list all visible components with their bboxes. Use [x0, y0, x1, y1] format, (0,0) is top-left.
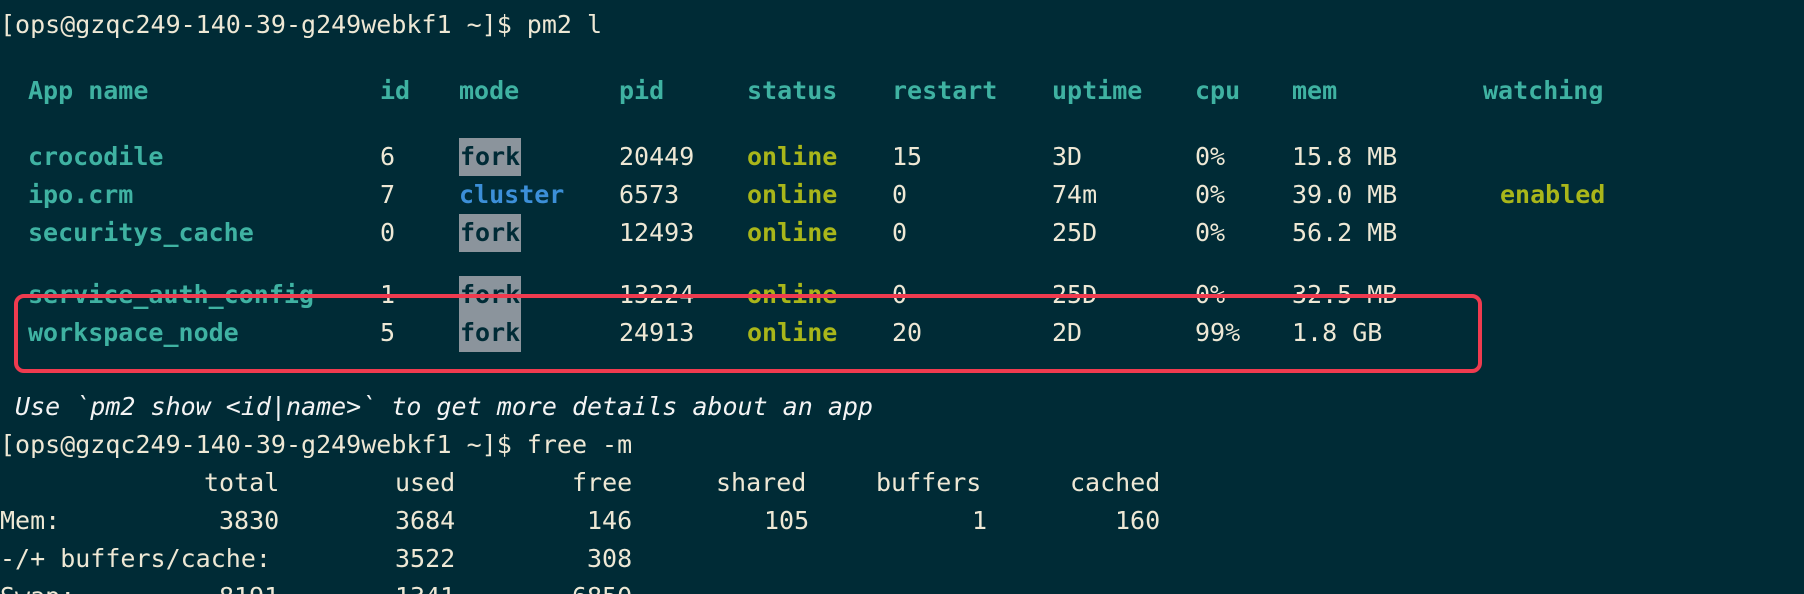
restart-cell: 0 [892, 280, 908, 309]
header-uptime: uptime [1052, 76, 1143, 105]
header-app-name: App name [28, 76, 149, 105]
header-id: id [380, 76, 411, 105]
pid-cell: 6573 [619, 180, 680, 209]
restart-cell: 0 [892, 180, 908, 209]
free-header-total: total [204, 468, 280, 497]
app-name-cell: crocodile [28, 142, 164, 171]
free-value-used: 3522 [395, 544, 456, 573]
mem-cell: 56.2 MB [1292, 218, 1398, 247]
free-header-buffers: buffers [876, 468, 982, 497]
free-row-label: Mem: [0, 506, 61, 535]
uptime-cell: 25D [1052, 218, 1098, 247]
restart-cell: 15 [892, 142, 923, 171]
restart-cell: 20 [892, 318, 923, 347]
status-cell: online [747, 180, 838, 209]
mode-cell: cluster [459, 180, 565, 209]
free-value-cached: 160 [1115, 506, 1161, 535]
header-status: status [747, 76, 838, 105]
free-value-free: 146 [587, 506, 633, 535]
free-value-used: 3684 [395, 506, 456, 535]
free-value-total: 3830 [219, 506, 280, 535]
watching-cell: enabled [1500, 180, 1606, 209]
uptime-cell: 74m [1052, 180, 1098, 209]
pm2-hint-text: Use `pm2 show <id|name>` to get more det… [0, 392, 873, 421]
status-cell: online [747, 280, 838, 309]
terminal-window[interactable]: [ops@gzqc249-140-39-g249webkf1 ~]$ pm2 l… [0, 0, 1804, 594]
pid-cell: 13224 [619, 280, 695, 309]
free-value-shared: 105 [764, 506, 810, 535]
cpu-cell: 0% [1195, 142, 1226, 171]
mem-cell: 32.5 MB [1292, 280, 1398, 309]
mode-cell: fork [459, 314, 522, 352]
free-value-total: 8191 [219, 578, 279, 594]
id-cell: 7 [380, 180, 396, 209]
id-cell: 6 [380, 142, 396, 171]
free-header-cached: cached [1070, 468, 1161, 497]
pid-cell: 20449 [619, 142, 695, 171]
status-cell: online [747, 318, 838, 347]
free-value-used: 1341 [395, 578, 455, 594]
free-row-label: Swap: [0, 578, 75, 594]
shell-prompt-free: [ops@gzqc249-140-39-g249webkf1 ~]$ free … [0, 430, 633, 459]
mode-cell: fork [459, 138, 522, 176]
status-cell: online [747, 218, 838, 247]
mode-cell: fork [459, 214, 522, 252]
free-value-free: 6850 [572, 578, 632, 594]
cpu-cell: 0% [1195, 280, 1226, 309]
pid-cell: 12493 [619, 218, 695, 247]
mem-cell: 39.0 MB [1292, 180, 1398, 209]
uptime-cell: 2D [1052, 318, 1083, 347]
free-header-shared: shared [716, 468, 807, 497]
uptime-cell: 25D [1052, 280, 1098, 309]
app-name-cell: ipo.crm [28, 180, 134, 209]
app-name-cell: workspace_node [28, 318, 239, 347]
cpu-cell: 99% [1195, 318, 1241, 347]
app-name-cell: service_auth_config [28, 280, 314, 309]
free-row-label: -/+ buffers/cache: [0, 544, 271, 573]
id-cell: 1 [380, 280, 396, 309]
free-header-used: used [395, 468, 456, 497]
cpu-cell: 0% [1195, 180, 1226, 209]
free-header-free: free [572, 468, 633, 497]
restart-cell: 0 [892, 218, 908, 247]
cpu-cell: 0% [1195, 218, 1226, 247]
id-cell: 5 [380, 318, 396, 347]
mode-cell: fork [459, 276, 522, 314]
header-mem: mem [1292, 76, 1338, 105]
pid-cell: 24913 [619, 318, 695, 347]
uptime-cell: 3D [1052, 142, 1083, 171]
free-value-free: 308 [587, 544, 633, 573]
mem-cell: 1.8 GB [1292, 318, 1383, 347]
status-cell: online [747, 142, 838, 171]
shell-prompt-pm2: [ops@gzqc249-140-39-g249webkf1 ~]$ pm2 l [0, 10, 603, 39]
app-name-cell: securitys_cache [28, 218, 254, 247]
header-mode: mode [459, 76, 520, 105]
id-cell: 0 [380, 218, 396, 247]
header-watching: watching [1483, 76, 1604, 105]
free-value-buffers: 1 [972, 506, 988, 535]
header-restart: restart [892, 76, 998, 105]
header-cpu: cpu [1195, 76, 1241, 105]
header-pid: pid [619, 76, 665, 105]
mem-cell: 15.8 MB [1292, 142, 1398, 171]
